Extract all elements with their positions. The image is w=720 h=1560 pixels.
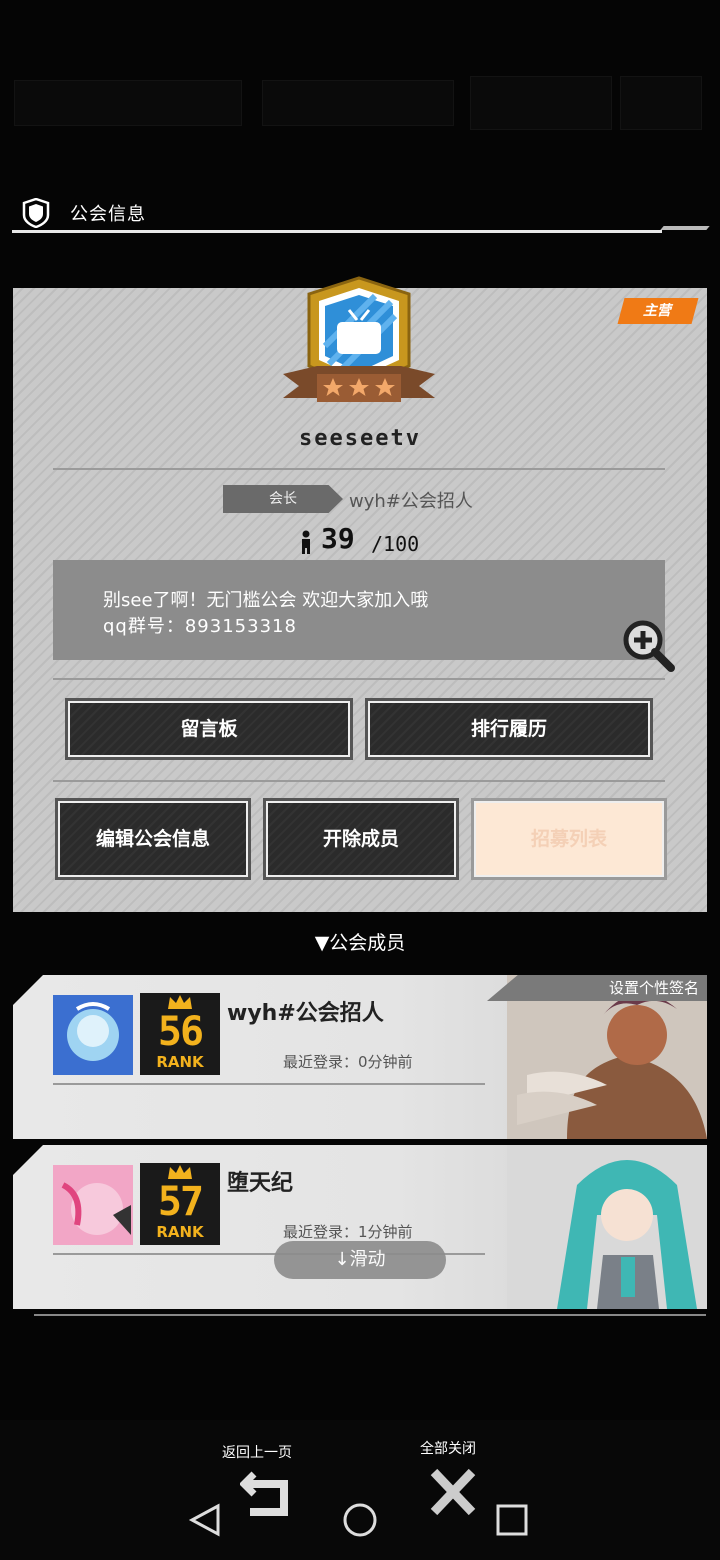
divider [53, 1083, 485, 1085]
close-all-label: 全部关闭 [420, 1441, 476, 1457]
rank-number: 56 [157, 1009, 204, 1055]
rank-label: RANK [156, 1053, 204, 1071]
nav-recents-icon[interactable] [496, 1504, 528, 1536]
header-divider [12, 230, 662, 233]
recruit-list-label: 招募列表 [530, 828, 607, 850]
rank-badge: 56 RANK [140, 993, 220, 1075]
last-login: 最近登录：0分钟前 [283, 1053, 413, 1071]
member-count-value: 39 [321, 522, 355, 555]
background-game-ui [0, 60, 720, 160]
nav-home-icon[interactable] [343, 1503, 377, 1537]
guild-name: seeseetv [299, 426, 421, 451]
edit-guild-button[interactable]: 编辑公会信息 [55, 798, 251, 880]
message-board-label: 留言板 [180, 718, 238, 740]
ranking-history-button[interactable]: 排行履历 [365, 698, 653, 760]
leader-name: wyh#公会招人 [349, 491, 473, 512]
member-avatar [53, 1165, 133, 1245]
member-avatar [53, 995, 133, 1075]
guild-info-panel: 主营 seeseetv 会长 wyh#公会招人 39 /100 别see了啊！无… [13, 276, 707, 912]
set-signature-button[interactable]: 设置个性签名 [487, 975, 707, 1001]
crown-icon [168, 995, 192, 1009]
nav-back-icon[interactable] [188, 1503, 220, 1537]
section-header: 公会信息 [12, 192, 710, 236]
divider [34, 1314, 706, 1316]
remove-member-button[interactable]: 开除成员 [263, 798, 459, 880]
ranking-history-label: 排行履历 [470, 718, 547, 740]
rank-label: RANK [156, 1223, 204, 1241]
person-icon [302, 530, 310, 554]
members-section-title: ▼公会成员 [314, 932, 406, 954]
character-art [507, 1145, 707, 1309]
divider [53, 780, 665, 782]
member-name: 堕天纪 [227, 1171, 294, 1196]
system-nav-bar [188, 1503, 528, 1537]
message-board-button[interactable]: 留言板 [65, 698, 353, 760]
zoom-in-icon[interactable] [621, 618, 677, 674]
divider [53, 468, 665, 470]
crown-icon [168, 1165, 192, 1179]
guild-emblem-tv-icon [283, 276, 435, 402]
page-title: 公会信息 [70, 204, 146, 225]
edit-guild-label: 编辑公会信息 [95, 828, 210, 850]
guild-notice: 别see了啊！无门槛公会 欢迎大家加入哦 qq群号：893153318 [53, 560, 665, 660]
notice-line-2: qq群号：893153318 [103, 616, 297, 637]
last-login: 最近登录：1分钟前 [283, 1223, 413, 1241]
member-name: wyh#公会招人 [227, 1001, 384, 1026]
header-divider-accent [660, 226, 710, 230]
scroll-hint: ↓滑动 [274, 1241, 446, 1279]
rank-number: 57 [157, 1179, 204, 1225]
recruit-list-button[interactable]: 招募列表 [471, 798, 667, 880]
member-card[interactable]: 56 RANK wyh#公会招人 最近登录：0分钟前 设置个性签名 [13, 975, 707, 1139]
member-card[interactable]: 57 RANK 堕天纪 最近登录：1分钟前 [13, 1145, 707, 1309]
leader-label: 会长 [223, 485, 343, 513]
divider [53, 678, 665, 680]
notice-line-1: 别see了啊！无门槛公会 欢迎大家加入哦 [103, 590, 429, 611]
shield-icon [22, 198, 50, 228]
rank-badge: 57 RANK [140, 1163, 220, 1245]
guild-type-tag: 主营 [617, 298, 699, 324]
remove-member-label: 开除成员 [322, 828, 399, 850]
member-count-max: /100 [371, 532, 420, 556]
back-label: 返回上一页 [222, 1445, 292, 1461]
